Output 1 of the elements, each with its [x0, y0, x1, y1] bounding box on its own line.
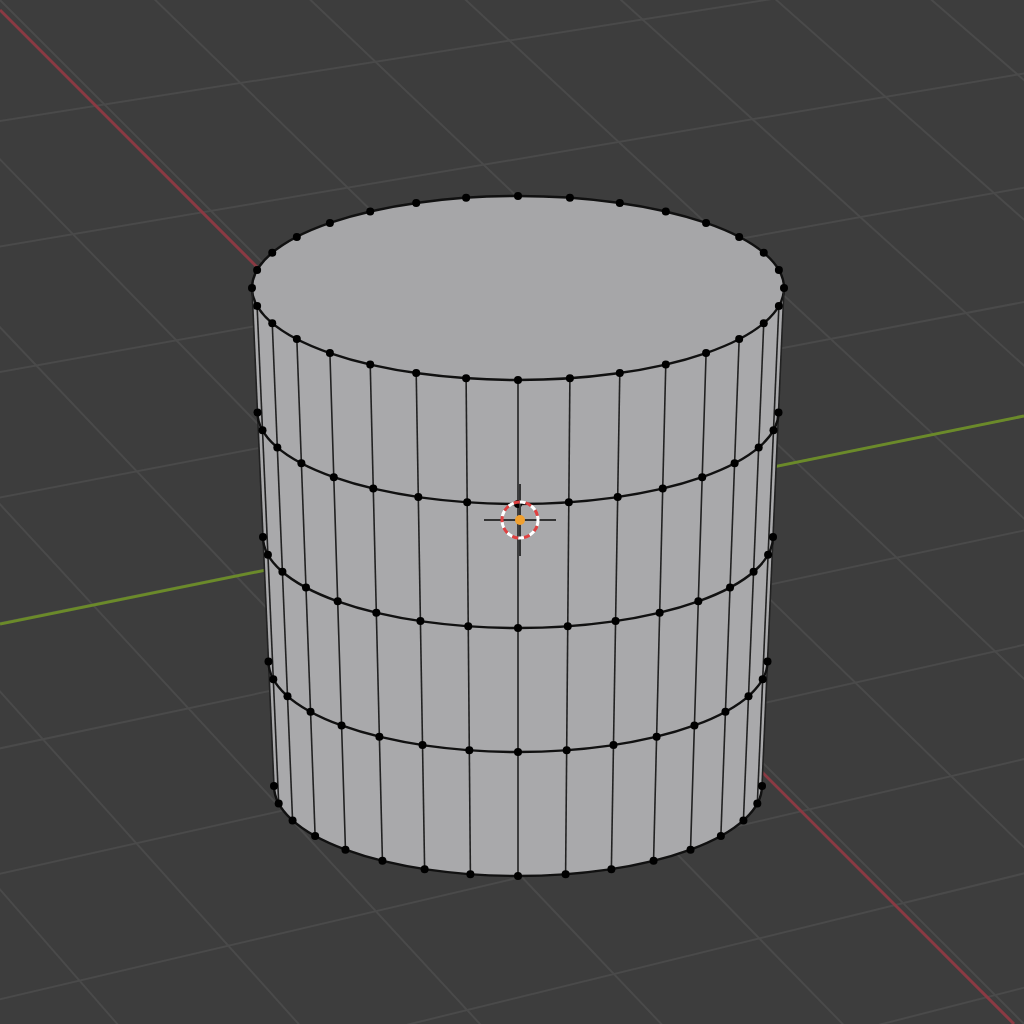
origin-marker-icon: [483, 483, 557, 557]
